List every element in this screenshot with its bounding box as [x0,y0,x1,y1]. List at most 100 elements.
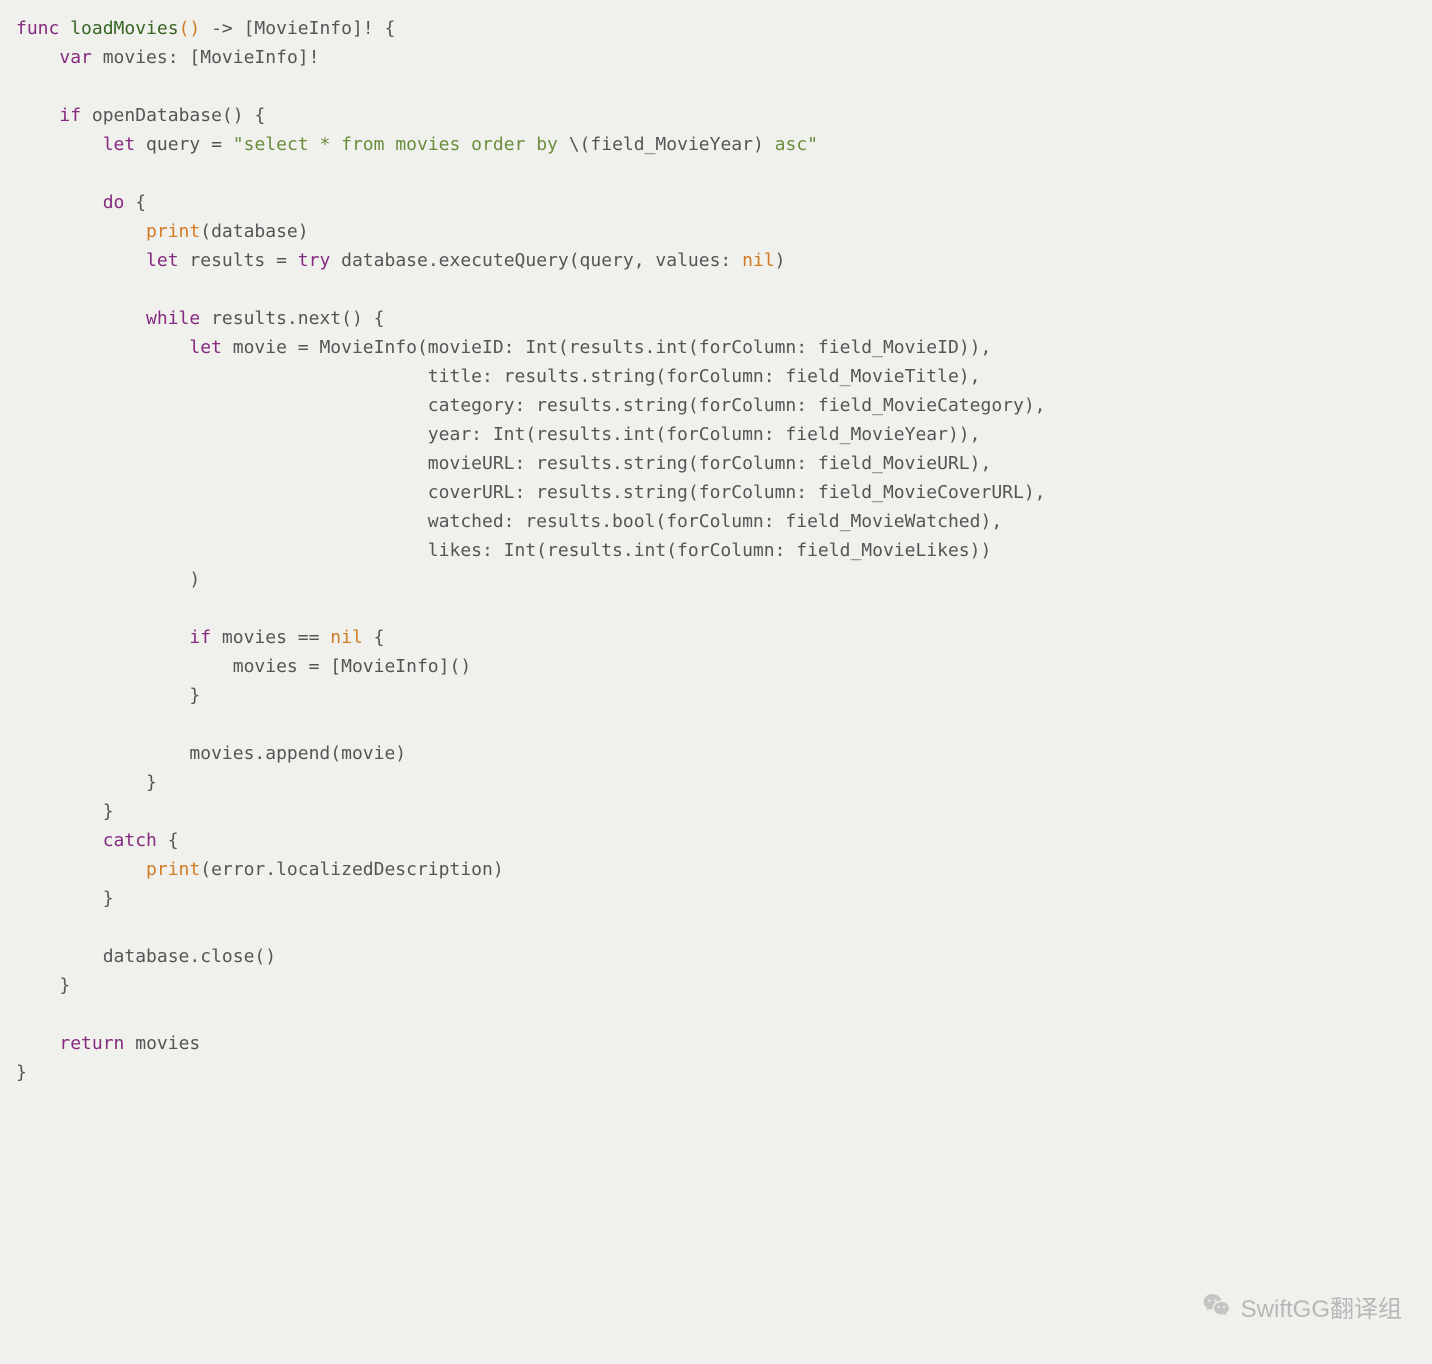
code-token: try [298,250,331,271]
code-token: if [189,627,211,648]
code-token: "select * from movies order by [233,134,569,155]
code-token: loadMovies [70,18,178,39]
code-line: coverURL: results.string(forColumn: fiel… [16,482,1046,503]
code-token: results = [179,250,298,271]
code-line: catch { [16,830,179,851]
code-token: let [189,337,222,358]
code-token: let [146,250,179,271]
code-token: let [103,134,136,155]
code-token: return [59,1033,124,1054]
code-line: return movies [16,1033,200,1054]
code-token: (database) [200,221,308,242]
watermark-text: SwiftGG翻译组 [1241,1295,1402,1324]
code-token: } [16,888,114,909]
watermark: SwiftGG翻译组 [1201,1290,1402,1329]
code-line: func loadMovies() -> [MovieInfo]! { [16,18,395,39]
code-token: watched: results.bool(forColumn: field_M… [16,511,1002,532]
code-token: movies = [MovieInfo]() [16,656,471,677]
code-token: var [59,47,92,68]
code-token: nil [330,627,363,648]
code-token: nil [742,250,775,271]
code-line: ) [16,569,200,590]
code-token: ) [16,569,200,590]
code-line: let results = try database.executeQuery(… [16,250,785,271]
code-token: movieURL: results.string(forColumn: fiel… [16,453,991,474]
code-token: asc" [764,134,818,155]
code-token: database.executeQuery(query, values: [330,250,742,271]
code-token: do [103,192,125,213]
code-line: print(database) [16,221,309,242]
code-token: movies: [MovieInfo]! [92,47,320,68]
code-line: database.close() [16,946,276,967]
code-token [16,1033,59,1054]
code-token: } [16,801,114,822]
code-token [16,830,103,851]
code-line: year: Int(results.int(forColumn: field_M… [16,424,981,445]
code-token: category: results.string(forColumn: fiel… [16,395,1046,416]
code-token: { [124,192,146,213]
code-token [16,105,59,126]
code-token: (error.localizedDescription) [200,859,503,880]
code-line: } [16,685,200,706]
code-line: if openDatabase() { [16,105,265,126]
code-token: movies.append(movie) [16,743,406,764]
code-token [16,250,146,271]
code-token: } [16,685,200,706]
code-token: func [16,18,70,39]
code-line: let movie = MovieInfo(movieID: Int(resul… [16,337,991,358]
code-token [16,47,59,68]
code-line: category: results.string(forColumn: fiel… [16,395,1046,416]
code-token: results.next() { [200,308,384,329]
code-token: coverURL: results.string(forColumn: fiel… [16,482,1046,503]
code-line: movies.append(movie) [16,743,406,764]
code-token: print [146,221,200,242]
code-token: title: results.string(forColumn: field_M… [16,366,981,387]
code-token: while [146,308,200,329]
code-line: } [16,888,114,909]
code-token: } [16,1062,27,1083]
code-token: movies [124,1033,200,1054]
code-token: query = [135,134,233,155]
code-line: movies = [MovieInfo]() [16,656,471,677]
code-token: ) [753,134,764,155]
code-token: movie = MovieInfo(movieID: Int(results.i… [222,337,991,358]
code-token: print [146,859,200,880]
code-token: if [59,105,81,126]
code-line: watched: results.bool(forColumn: field_M… [16,511,1002,532]
code-line: } [16,975,70,996]
code-token: database.close() [16,946,276,967]
code-line: while results.next() { [16,308,384,329]
code-token: year: Int(results.int(forColumn: field_M… [16,424,981,445]
code-line: title: results.string(forColumn: field_M… [16,366,981,387]
code-line: } [16,801,114,822]
code-token [16,308,146,329]
code-token: \( [569,134,591,155]
code-token: catch [103,830,157,851]
code-line: print(error.localizedDescription) [16,859,504,880]
code-token: } [16,975,70,996]
code-token: { [157,830,179,851]
code-token [16,859,146,880]
code-token: field_MovieYear [590,134,753,155]
code-line: let query = "select * from movies order … [16,134,818,155]
code-token: likes: Int(results.int(forColumn: field_… [16,540,991,561]
code-token [16,337,189,358]
code-token: ) [775,250,786,271]
code-token [16,134,103,155]
code-token: () [179,18,201,39]
code-line: if movies == nil { [16,627,385,648]
code-block: func loadMovies() -> [MovieInfo]! { var … [0,0,1432,1101]
code-token: } [16,772,157,793]
code-line: } [16,1062,27,1083]
code-token [16,192,103,213]
code-line: var movies: [MovieInfo]! [16,47,319,68]
code-line: do { [16,192,146,213]
code-token: movies == [211,627,330,648]
code-token: openDatabase() { [81,105,265,126]
code-token [16,627,189,648]
code-token: -> [MovieInfo]! { [200,18,395,39]
code-token [16,221,146,242]
wechat-icon [1201,1290,1233,1329]
code-line: movieURL: results.string(forColumn: fiel… [16,453,991,474]
code-line: likes: Int(results.int(forColumn: field_… [16,540,991,561]
